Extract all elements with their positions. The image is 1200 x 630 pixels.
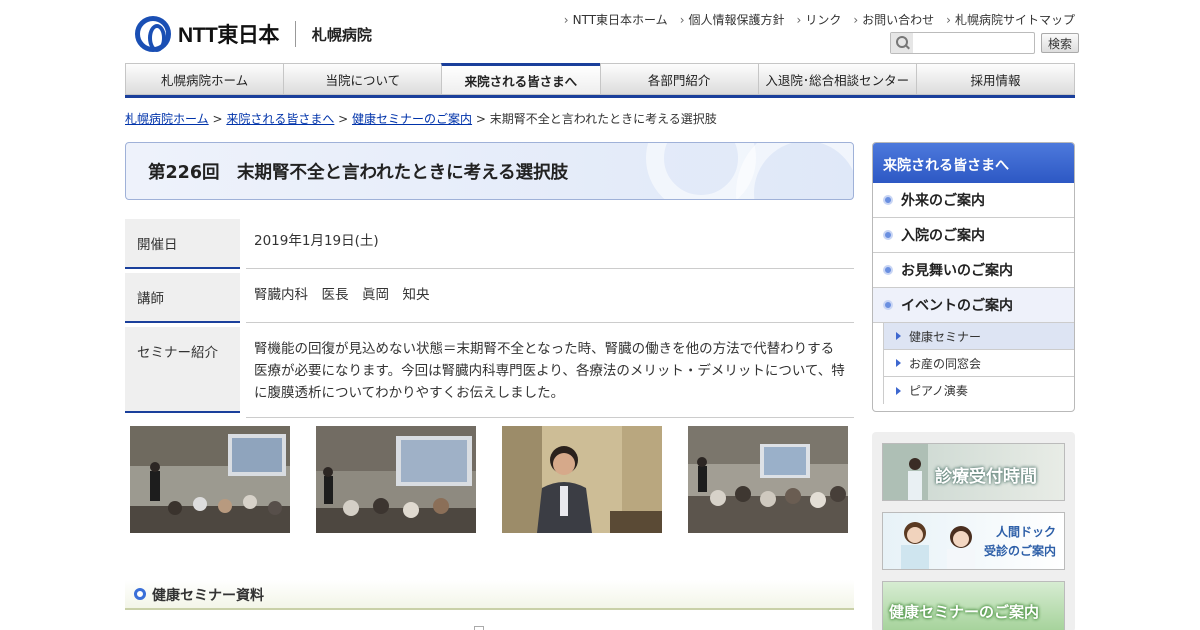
date-value: 2019年1月19日(土)	[246, 219, 854, 269]
circle-bullet-icon	[883, 230, 893, 240]
global-nav: 札幌病院ホーム 当院について 来院される皆さまへ 各部門紹介 入退院･総合相談セ…	[125, 63, 1076, 98]
materials-heading-text: 健康セミナー資料	[152, 588, 264, 604]
title-decoration	[736, 143, 853, 199]
ntt-logo-icon	[135, 16, 171, 52]
breadcrumb-link-home[interactable]: 札幌病院ホーム	[125, 112, 209, 126]
sidebar-item-inpatient[interactable]: 入院のご案内	[873, 218, 1074, 253]
info-row-date: 開催日 2019年1月19日(土)	[125, 219, 854, 269]
sidebar-subitem-health-seminar[interactable]: 健康セミナー	[883, 323, 1074, 350]
gnav-item-departments[interactable]: 各部門紹介	[599, 63, 758, 95]
banner-seminar-text: 健康セミナーのご案内	[889, 603, 1040, 621]
breadcrumb-current: 末期腎不全と言われたときに考える選択肢	[489, 112, 717, 126]
site-logo[interactable]: NTT東日本 札幌病院	[135, 16, 372, 52]
search-button[interactable]: 検索	[1041, 33, 1080, 53]
sidebar-item-events[interactable]: イベントのご案内	[873, 288, 1074, 323]
gnav-item-visitors[interactable]: 来院される皆さまへ	[441, 63, 600, 95]
sidebar-subitem-label: ピアノ演奏	[909, 384, 968, 398]
util-link-links[interactable]: リンク	[797, 11, 841, 28]
triangle-right-icon	[896, 359, 901, 367]
util-link-ntt-home[interactable]: NTT東日本ホーム	[564, 11, 668, 28]
page-title-box: 第226回 末期腎不全と言われたときに考える選択肢	[125, 142, 854, 200]
breadcrumb-link-visitors[interactable]: 来院される皆さまへ	[226, 112, 334, 126]
breadcrumb: 札幌病院ホーム > 来院される皆さまへ > 健康セミナーのご案内 > 末期腎不全…	[125, 112, 717, 126]
sidebar-item-label: イベントのご案内	[901, 298, 1013, 314]
sidebar-item-label: お見舞いのご案内	[901, 263, 1013, 279]
util-link-privacy[interactable]: 個人情報保護方針	[680, 11, 785, 28]
sidebar-subitem-label: お産の同窓会	[909, 356, 982, 371]
sidebar-banners: 診療受付時間 人間ドック 受診のご案内 健康セミナーのご案内	[872, 432, 1075, 630]
banner-dock-line1: 人間ドック	[995, 525, 1056, 539]
banner-health-checkup[interactable]: 人間ドック 受診のご案内	[882, 512, 1065, 570]
triangle-right-icon	[896, 386, 901, 395]
banner-consultation-hours[interactable]: 診療受付時間	[882, 443, 1065, 501]
sidebar-title[interactable]: 来院される皆さまへ	[873, 143, 1074, 183]
circle-bullet-icon	[883, 265, 893, 275]
logo-text: NTT東日本	[178, 24, 279, 47]
sidebar-subitem-birth-reunion[interactable]: お産の同窓会	[883, 350, 1074, 377]
seminar-photo	[316, 426, 476, 533]
triangle-right-icon	[896, 332, 901, 340]
sidebar-item-visits[interactable]: お見舞いのご案内	[873, 253, 1074, 288]
search-area: 検索	[890, 32, 1080, 54]
lecturer-label: 講師	[125, 273, 240, 323]
search-icon	[891, 33, 913, 53]
util-link-sitemap[interactable]: 札幌病院サイトマップ	[946, 11, 1075, 28]
date-label: 開催日	[125, 219, 240, 269]
circle-bullet-icon	[134, 588, 146, 600]
logo-subtitle: 札幌病院	[311, 25, 372, 44]
broken-image-icon	[474, 626, 484, 630]
materials-heading: 健康セミナー資料	[125, 580, 854, 610]
sidebar-item-label: 外来のご案内	[901, 193, 985, 209]
page-title: 第226回 末期腎不全と言われたときに考える選択肢	[148, 163, 569, 183]
gnav-item-recruit[interactable]: 採用情報	[915, 63, 1076, 95]
gnav-item-about[interactable]: 当院について	[283, 63, 442, 95]
sidebar-item-label: 入院のご案内	[901, 228, 985, 244]
sidebar-item-outpatient[interactable]: 外来のご案内	[873, 183, 1074, 218]
lecturer-value: 腎臓内科 医長 眞岡 知央	[246, 273, 854, 323]
sidebar-menu: 来院される皆さまへ 外来のご案内 入院のご案内 お見舞いのご案内 イベントのご案…	[872, 142, 1075, 412]
seminar-info-table: 開催日 2019年1月19日(土) 講師 腎臓内科 医長 眞岡 知央 セミナー紹…	[125, 219, 854, 422]
seminar-photo	[130, 426, 290, 533]
search-input[interactable]	[890, 32, 1035, 54]
seminar-photo	[688, 426, 848, 533]
info-row-intro: セミナー紹介 腎機能の回復が見込めない状態＝末期腎不全となった時、腎臓の働きを他…	[125, 327, 854, 418]
util-link-contact[interactable]: お問い合わせ	[853, 11, 934, 28]
banner-health-seminar[interactable]: 健康セミナーのご案内	[882, 581, 1065, 630]
intro-value: 腎機能の回復が見込めない状態＝末期腎不全となった時、腎臓の働きを他の方法で代替わ…	[246, 327, 854, 418]
circle-bullet-icon	[883, 300, 893, 310]
banner-hours-text: 診療受付時間	[935, 467, 1037, 487]
circle-bullet-icon	[883, 195, 893, 205]
breadcrumb-link-seminar[interactable]: 健康セミナーのご案内	[352, 112, 472, 126]
sidebar-subitem-label: 健康セミナー	[909, 329, 982, 344]
gnav-item-admission-center[interactable]: 入退院･総合相談センター	[757, 63, 916, 95]
logo-divider	[294, 21, 296, 47]
utility-nav: NTT東日本ホーム 個人情報保護方針 リンク お問い合わせ 札幌病院サイトマップ	[564, 11, 1075, 28]
sidebar-subitem-piano[interactable]: ピアノ演奏	[883, 377, 1074, 404]
intro-label: セミナー紹介	[125, 327, 240, 413]
gnav-item-home[interactable]: 札幌病院ホーム	[125, 63, 284, 95]
seminar-photo	[502, 426, 662, 533]
info-row-lecturer: 講師 腎臓内科 医長 眞岡 知央	[125, 273, 854, 323]
banner-dock-line2: 受診のご案内	[983, 544, 1056, 558]
